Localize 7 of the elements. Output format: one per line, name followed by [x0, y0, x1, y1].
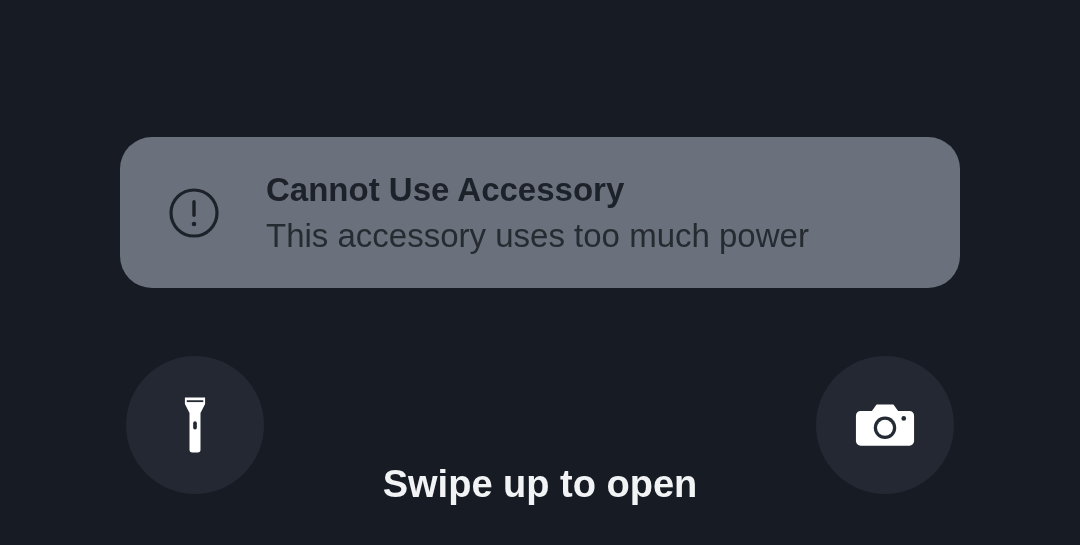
notification-title: Cannot Use Accessory [266, 170, 626, 209]
notification-message: This accessory uses too much power [266, 216, 809, 255]
notification-card[interactable]: Cannot Use Accessory This accessory uses too much power [120, 137, 960, 288]
flashlight-icon [184, 397, 206, 453]
swipe-hint: Swipe up to open [382, 462, 698, 506]
alert-icon [168, 186, 220, 239]
camera-icon [855, 403, 915, 447]
